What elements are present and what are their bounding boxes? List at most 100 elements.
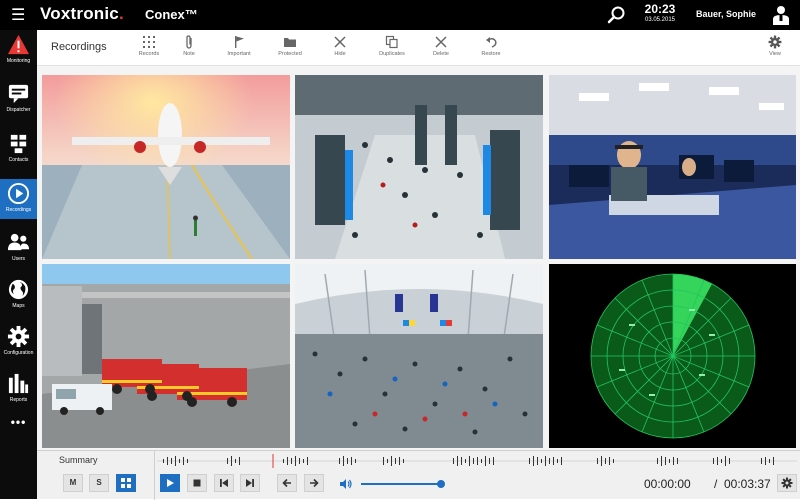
volume-icon[interactable] (339, 478, 353, 490)
more-icon[interactable]: ••• (0, 415, 37, 429)
sidebar-label: Configuration (3, 350, 34, 356)
top-bar: ☰ Voxtronic. Conex™ 20:23 03.05.2015 Bau… (0, 0, 800, 30)
gear-icon (7, 325, 30, 348)
brand-logo: Voxtronic. (40, 4, 124, 23)
waveform[interactable] (157, 454, 797, 468)
restore-button[interactable]: Restore (466, 35, 516, 57)
protected-button[interactable]: Protected (265, 35, 315, 57)
sidebar-label: Dispatcher (6, 107, 31, 113)
stop-icon (193, 479, 201, 487)
grid-view-button[interactable] (116, 474, 136, 492)
view-button[interactable]: View (750, 35, 800, 57)
gear-icon (781, 477, 793, 489)
undo-icon (486, 37, 497, 48)
sidebar-item-dispatcher[interactable]: Dispatcher (0, 79, 37, 119)
tile-radar-screen[interactable] (549, 264, 796, 448)
button-caption: Note (183, 51, 195, 57)
volume-slider-track[interactable] (361, 483, 441, 485)
bar-chart-icon (8, 373, 29, 394)
arrow-left-icon (282, 478, 291, 488)
divider (154, 451, 155, 500)
sidebar-label: Users (11, 256, 26, 262)
play-button[interactable] (160, 474, 180, 492)
sidebar-label: Reports (9, 397, 28, 403)
cross-icon (435, 36, 447, 48)
next-button[interactable] (304, 474, 324, 492)
button-caption: Duplicates (379, 51, 405, 57)
folder-icon (284, 38, 296, 47)
play-icon (167, 479, 174, 487)
duplicate-icon (385, 35, 398, 49)
sidebar-item-maps[interactable]: Maps (0, 275, 37, 315)
sidebar: Monitoring Dispatcher Contacts Recording… (0, 30, 37, 499)
tile-fire-trucks-airfield[interactable] (42, 264, 290, 448)
cross-icon (334, 36, 346, 48)
tile-security-checkpoint[interactable] (295, 75, 543, 259)
page-title: Recordings (51, 41, 107, 53)
control-room-image (549, 75, 796, 259)
sidebar-item-monitoring[interactable]: Monitoring (0, 30, 37, 70)
flag-icon (235, 36, 244, 48)
hamburger-icon[interactable]: ☰ (11, 5, 25, 24)
radar-image (549, 264, 796, 448)
alert-icon (7, 34, 30, 55)
previous-button[interactable] (277, 474, 297, 492)
delete-button[interactable]: Delete (416, 35, 466, 57)
mode-m-button[interactable]: M (63, 474, 83, 492)
sidebar-item-recordings[interactable]: Recordings (0, 179, 37, 219)
arrow-right-icon (310, 478, 319, 488)
sidebar-item-contacts[interactable]: Contacts (0, 129, 37, 169)
button-caption: Restore (481, 51, 501, 57)
tile-airport-terminal-hall[interactable] (295, 264, 543, 448)
sidebar-item-users[interactable]: Users (0, 228, 37, 268)
grid-dots-icon (143, 36, 155, 48)
clock-date: 03.05.2015 (644, 17, 676, 23)
sidebar-label: Maps (12, 303, 25, 309)
paperclip-icon (186, 35, 192, 49)
player-settings-button[interactable] (777, 474, 797, 492)
mode-s-button[interactable]: S (89, 474, 109, 492)
gear-icon (768, 35, 782, 49)
sidebar-item-reports[interactable]: Reports (0, 369, 37, 409)
play-circle-icon (7, 182, 30, 205)
user-name[interactable]: Bauer, Sophie (696, 9, 756, 19)
button-caption: Important (227, 51, 251, 57)
skip-back-icon (220, 479, 228, 487)
video-grid (37, 66, 800, 450)
clock-time: 20:23 (644, 2, 676, 16)
button-caption: Hide (334, 51, 346, 57)
hide-button[interactable]: Hide (315, 35, 365, 57)
tile-control-room-operator[interactable] (549, 75, 796, 259)
button-caption: Delete (433, 51, 449, 57)
button-caption: View (769, 51, 781, 57)
grid-icon (121, 478, 131, 488)
chat-icon (8, 84, 29, 104)
skip-forward-icon (246, 479, 254, 487)
sidebar-label: Monitoring (6, 58, 31, 64)
aircraft-image (42, 75, 290, 259)
fire-trucks-image (42, 264, 290, 448)
skip-forward-button[interactable] (240, 474, 260, 492)
duplicates-button[interactable]: Duplicates (367, 35, 417, 57)
globe-icon (8, 279, 29, 300)
important-button[interactable]: Important (214, 35, 264, 57)
search-icon[interactable] (606, 5, 626, 25)
contacts-icon (10, 134, 27, 154)
current-time: 00:00:00 (644, 477, 691, 491)
time-separator: / (714, 477, 718, 491)
skip-back-button[interactable] (214, 474, 234, 492)
player-bar: Summary M S 00:00:00 / 00:03:37 (37, 450, 800, 500)
user-icon[interactable] (770, 4, 792, 26)
sidebar-item-configuration[interactable]: Configuration (0, 322, 37, 362)
toolbar: Recordings Records Note Important Protec… (37, 30, 800, 66)
stop-button[interactable] (187, 474, 207, 492)
button-caption: Protected (278, 51, 302, 57)
sidebar-label: Contacts (8, 157, 29, 163)
note-button[interactable]: Note (164, 35, 214, 57)
terminal-image (295, 264, 543, 448)
volume-slider-handle[interactable] (437, 480, 445, 488)
summary-label: Summary (59, 455, 98, 465)
users-icon (7, 233, 30, 251)
tile-airport-apron-aircraft[interactable] (42, 75, 290, 259)
security-image (295, 75, 543, 259)
